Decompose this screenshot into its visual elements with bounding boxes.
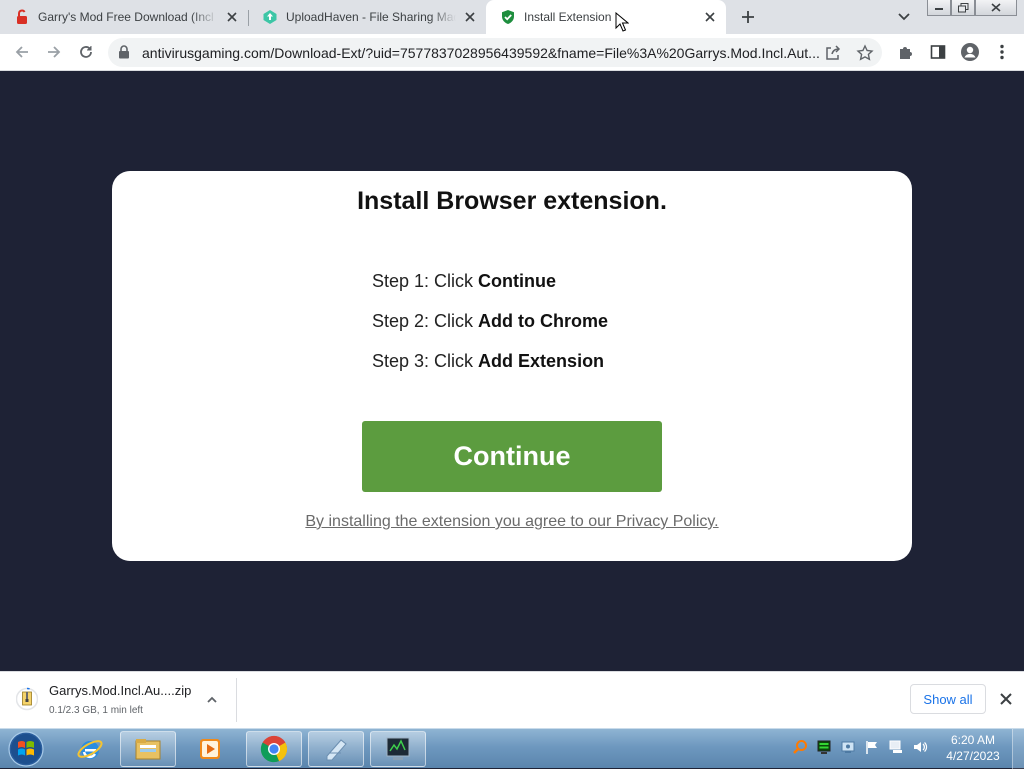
address-bar[interactable]: antivirusgaming.com/Download-Ext/?uid=75…	[108, 38, 882, 67]
window-controls	[927, 0, 1017, 18]
internet-explorer-icon[interactable]	[62, 731, 118, 767]
tab-title: Install Extension	[524, 10, 612, 24]
lock-icon[interactable]	[118, 45, 130, 59]
shelf-divider	[236, 678, 237, 722]
step-2: Step 2: Click Add to Chrome	[372, 311, 608, 332]
media-player-icon[interactable]	[182, 731, 238, 767]
tab-install-extension[interactable]: Install Extension	[486, 0, 726, 34]
forward-button[interactable]	[42, 40, 66, 64]
step-3: Step 3: Click Add Extension	[372, 351, 604, 372]
tab-strip: Garry's Mod Free Download (Incl UploadHa…	[0, 0, 1024, 34]
task-manager-icon[interactable]	[370, 731, 426, 767]
continue-button[interactable]: Continue	[362, 421, 662, 492]
download-filename: Garrys.Mod.Incl.Au....zip	[49, 683, 192, 698]
notepad-icon[interactable]	[308, 731, 364, 767]
lock-open-red-icon	[14, 9, 30, 25]
chevron-up-icon[interactable]	[204, 692, 220, 708]
start-button[interactable]	[2, 729, 48, 769]
volume-icon[interactable]	[910, 737, 930, 757]
close-window-button[interactable]	[975, 0, 1017, 16]
page-content: Install Browser extension. Step 1: Click…	[0, 71, 1024, 671]
minimize-button[interactable]	[927, 0, 951, 16]
step-action: Add to Chrome	[478, 311, 609, 331]
clock-date: 4/27/2023	[946, 749, 1000, 763]
tab-title: UploadHaven - File Sharing Made	[286, 10, 456, 24]
browser-toolbar: antivirusgaming.com/Download-Ext/?uid=75…	[0, 34, 1024, 71]
step-prefix: Step 2: Click	[372, 311, 479, 331]
network-tray-icon[interactable]	[838, 737, 858, 757]
download-status: 0.1/2.3 GB, 1 min left	[49, 705, 143, 716]
tab-garrys-mod[interactable]: Garry's Mod Free Download (Incl	[0, 0, 248, 34]
menu-kebab-icon[interactable]	[990, 40, 1014, 64]
tab-uploadhaven[interactable]: UploadHaven - File Sharing Made	[248, 0, 486, 34]
shield-check-green-icon	[500, 9, 516, 25]
close-shelf-icon[interactable]	[997, 690, 1015, 708]
share-icon[interactable]	[824, 44, 842, 62]
show-all-button[interactable]: Show all	[910, 684, 986, 714]
taskbar-clock[interactable]: 6:20 AM 4/27/2023	[938, 732, 1008, 764]
zip-file-icon	[16, 686, 38, 712]
windows-taskbar: 6:20 AM 4/27/2023	[0, 728, 1024, 769]
step-prefix: Step 1: Click	[372, 271, 479, 291]
restore-button[interactable]	[951, 0, 975, 16]
step-1: Step 1: Click Continue	[372, 271, 556, 292]
mouse-cursor-icon	[615, 12, 629, 32]
side-panel-icon[interactable]	[926, 40, 950, 64]
profile-avatar-icon[interactable]	[958, 40, 982, 64]
download-shelf: Garrys.Mod.Incl.Au....zip 0.1/2.3 GB, 1 …	[0, 671, 1024, 728]
tab-close-icon[interactable]	[224, 9, 240, 25]
back-button[interactable]	[10, 40, 34, 64]
system-tray	[790, 737, 930, 757]
tab-search-chevron-down-icon[interactable]	[894, 7, 914, 27]
privacy-policy-link[interactable]: By installing the extension you agree to…	[112, 513, 912, 531]
network-computer-icon[interactable]	[886, 737, 906, 757]
clock-time: 6:20 AM	[950, 733, 996, 747]
reload-button[interactable]	[74, 40, 98, 64]
action-center-flag-icon[interactable]	[862, 737, 882, 757]
step-action: Continue	[478, 271, 557, 291]
download-item[interactable]: Garrys.Mod.Incl.Au....zip 0.1/2.3 GB, 1 …	[0, 672, 236, 728]
extensions-puzzle-icon[interactable]	[894, 40, 918, 64]
step-prefix: Step 3: Click	[372, 351, 479, 371]
tab-close-icon[interactable]	[462, 9, 478, 25]
search-tray-icon[interactable]	[790, 737, 810, 757]
install-card: Install Browser extension. Step 1: Click…	[112, 171, 912, 561]
tab-close-icon[interactable]	[702, 9, 718, 25]
chrome-icon[interactable]	[246, 731, 302, 767]
url-text[interactable]: antivirusgaming.com/Download-Ext/?uid=75…	[142, 45, 824, 61]
show-desktop-button[interactable]	[1012, 729, 1024, 769]
bookmark-star-icon[interactable]	[856, 44, 874, 62]
monitor-tray-icon[interactable]	[814, 737, 834, 757]
uploadhaven-icon	[262, 9, 278, 25]
tab-title: Garry's Mod Free Download (Incl	[38, 10, 214, 24]
file-explorer-icon[interactable]	[120, 731, 176, 767]
page-title: Install Browser extension.	[357, 187, 667, 215]
step-action: Add Extension	[478, 351, 605, 371]
new-tab-button[interactable]	[737, 6, 759, 28]
